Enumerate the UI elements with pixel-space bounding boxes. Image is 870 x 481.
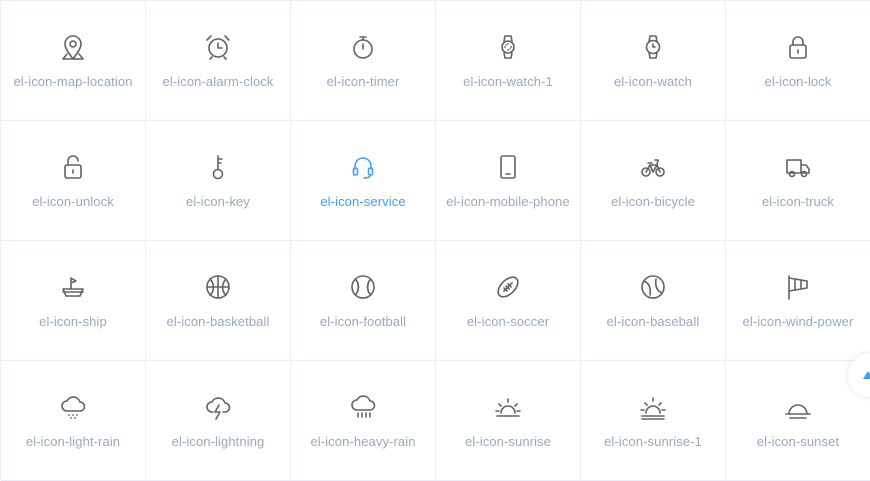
- light-rain-icon: [58, 392, 88, 422]
- icon-cell[interactable]: el-icon-service: [291, 121, 436, 241]
- icon-name: el-icon-baseball: [606, 314, 700, 329]
- icon-name: el-icon-light-rain: [25, 434, 121, 449]
- heavy-rain-icon: [348, 392, 378, 422]
- icon-name: el-icon-soccer: [466, 314, 550, 329]
- icon-name: el-icon-football: [319, 314, 407, 329]
- watch-icon: [638, 32, 668, 62]
- icon-cell[interactable]: el-icon-sunrise-1: [581, 361, 726, 481]
- icon-name: el-icon-sunrise: [464, 434, 552, 449]
- icon-cell[interactable]: el-icon-key: [146, 121, 291, 241]
- icon-cell[interactable]: el-icon-soccer: [436, 241, 581, 361]
- icon-name: el-icon-truck: [761, 194, 835, 209]
- icon-cell[interactable]: el-icon-wind-power: [726, 241, 870, 361]
- service-icon: [348, 152, 378, 182]
- icon-cell[interactable]: el-icon-truck: [726, 121, 870, 241]
- icon-name: el-icon-wind-power: [742, 314, 854, 329]
- icon-cell[interactable]: el-icon-mobile-phone: [436, 121, 581, 241]
- icon-name: el-icon-map-location: [13, 74, 133, 89]
- icon-cell[interactable]: el-icon-lock: [726, 1, 870, 121]
- icon-name: el-icon-watch: [614, 74, 692, 89]
- icon-name: el-icon-mobile-phone: [446, 194, 570, 209]
- icon-cell[interactable]: el-icon-basketball: [146, 241, 291, 361]
- icon-cell[interactable]: el-icon-football: [291, 241, 436, 361]
- icon-name: el-icon-sunset: [756, 434, 840, 449]
- icon-cell[interactable]: el-icon-ship: [1, 241, 146, 361]
- icon-name: el-icon-bicycle: [611, 194, 695, 209]
- caret-top-icon: [863, 371, 870, 379]
- bicycle-icon: [638, 152, 668, 182]
- icon-cell[interactable]: el-icon-heavy-rain: [291, 361, 436, 481]
- icon-cell[interactable]: el-icon-baseball: [581, 241, 726, 361]
- icon-cell[interactable]: el-icon-light-rain: [1, 361, 146, 481]
- sunset-icon: [783, 392, 813, 422]
- icon-name: el-icon-service: [320, 194, 406, 209]
- wind-power-icon: [783, 272, 813, 302]
- icon-name: el-icon-ship: [39, 314, 107, 329]
- icon-cell[interactable]: el-icon-watch-1: [436, 1, 581, 121]
- icon-name: el-icon-basketball: [166, 314, 270, 329]
- timer-icon: [348, 32, 378, 62]
- icon-name: el-icon-key: [186, 194, 250, 209]
- icon-cell[interactable]: el-icon-unlock: [1, 121, 146, 241]
- truck-icon: [783, 152, 813, 182]
- map-location-icon: [58, 32, 88, 62]
- baseball-icon: [638, 272, 668, 302]
- icon-name: el-icon-unlock: [32, 194, 114, 209]
- key-icon: [203, 152, 233, 182]
- basketball-icon: [203, 272, 233, 302]
- icon-name: el-icon-timer: [326, 74, 400, 89]
- icon-name: el-icon-sunrise-1: [604, 434, 702, 449]
- icon-name: el-icon-lock: [764, 74, 832, 89]
- sunrise-1-icon: [638, 392, 668, 422]
- icon-cell[interactable]: el-icon-alarm-clock: [146, 1, 291, 121]
- watch-1-icon: [493, 32, 523, 62]
- icon-name: el-icon-watch-1: [463, 74, 553, 89]
- lock-icon: [783, 32, 813, 62]
- icon-name: el-icon-alarm-clock: [162, 74, 274, 89]
- icon-cell[interactable]: el-icon-bicycle: [581, 121, 726, 241]
- icon-cell[interactable]: el-icon-sunrise: [436, 361, 581, 481]
- icon-cell[interactable]: el-icon-watch: [581, 1, 726, 121]
- soccer-icon: [493, 272, 523, 302]
- icon-cell[interactable]: el-icon-timer: [291, 1, 436, 121]
- lightning-icon: [203, 392, 233, 422]
- football-icon: [348, 272, 378, 302]
- mobile-phone-icon: [493, 152, 523, 182]
- unlock-icon: [58, 152, 88, 182]
- icon-name: el-icon-heavy-rain: [310, 434, 416, 449]
- ship-icon: [58, 272, 88, 302]
- alarm-clock-icon: [203, 32, 233, 62]
- icon-name: el-icon-lightning: [171, 434, 265, 449]
- icon-cell[interactable]: el-icon-map-location: [1, 1, 146, 121]
- sunrise-icon: [493, 392, 523, 422]
- icon-cell[interactable]: el-icon-lightning: [146, 361, 291, 481]
- icon-grid: el-icon-map-location el-icon-alarm-clock e…: [0, 0, 870, 481]
